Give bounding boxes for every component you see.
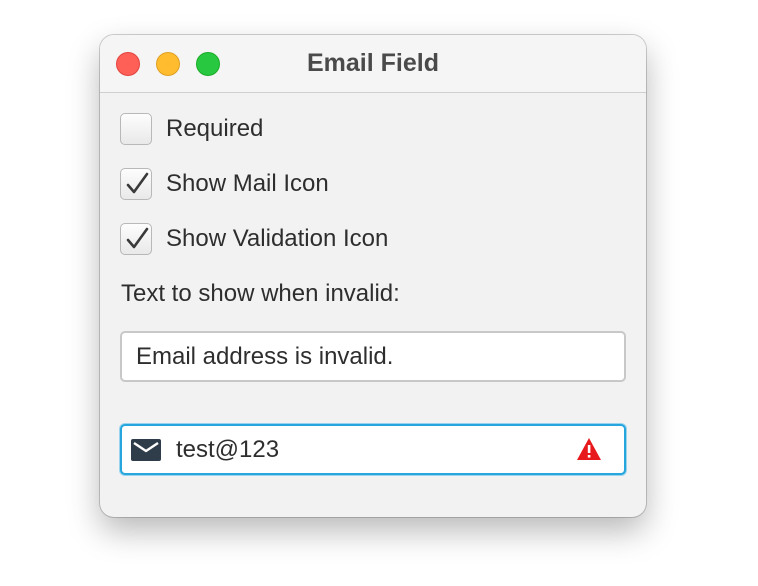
- show-validation-icon-checkbox[interactable]: [120, 223, 152, 255]
- show-mail-icon-checkbox-label: Show Mail Icon: [166, 170, 329, 197]
- required-checkbox-row[interactable]: Required: [120, 112, 263, 146]
- required-checkbox-label: Required: [166, 115, 264, 142]
- invalid-text-label: Text to show when invalid:: [121, 280, 400, 307]
- show-mail-icon-checkbox[interactable]: [120, 168, 152, 200]
- mail-icon: [131, 439, 161, 461]
- checkmark-icon: [126, 172, 149, 194]
- show-mail-icon-checkbox-row[interactable]: Show Mail Icon: [120, 167, 329, 201]
- show-validation-icon-checkbox-label: Show Validation Icon: [166, 225, 389, 252]
- warning-icon[interactable]: [576, 437, 602, 461]
- required-checkbox[interactable]: [120, 113, 152, 145]
- invalid-text-input[interactable]: Email address is invalid.: [120, 331, 626, 382]
- email-field-window: Email Field Required Show Mail Icon Show…: [100, 35, 646, 517]
- email-value: test@123: [176, 436, 280, 463]
- title-bar[interactable]: Email Field: [100, 35, 646, 93]
- window-title: Email Field: [307, 49, 439, 77]
- checkmark-icon: [126, 227, 149, 249]
- email-input[interactable]: test@123: [120, 424, 626, 475]
- show-validation-icon-checkbox-row[interactable]: Show Validation Icon: [120, 222, 388, 256]
